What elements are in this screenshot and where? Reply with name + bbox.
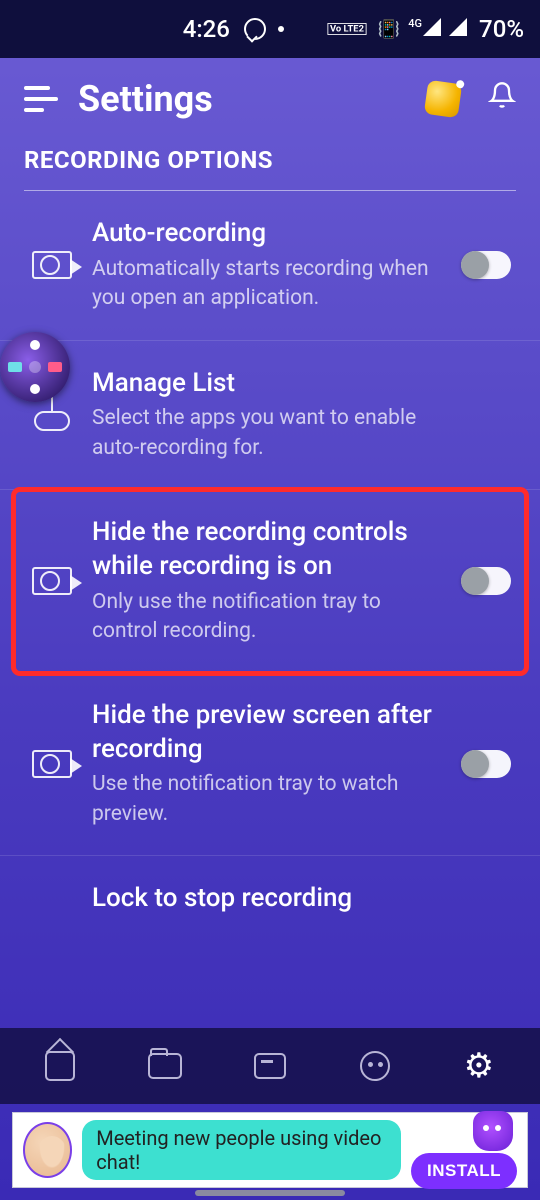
settings-list: Auto-recording Automatically starts reco… xyxy=(0,191,540,930)
status-time: 4:26 xyxy=(183,15,230,43)
row-hide-preview[interactable]: Hide the preview screen after recording … xyxy=(0,673,540,856)
vibrate-icon: 📳 xyxy=(378,19,400,40)
whatsapp-icon xyxy=(244,18,266,40)
row-manage-list[interactable]: Manage List Select the apps you want to … xyxy=(0,341,540,491)
ad-install-button[interactable]: INSTALL xyxy=(411,1153,517,1189)
row-lock-stop[interactable]: Lock to stop recording xyxy=(0,856,540,930)
camera-settings-icon xyxy=(24,567,80,595)
ad-text: Meeting new people using video chat! xyxy=(82,1120,401,1180)
nav-files[interactable] xyxy=(143,1044,187,1088)
row-title: Manage List xyxy=(92,367,444,401)
toggle-hide-preview[interactable] xyxy=(461,750,511,778)
camera-settings-icon xyxy=(24,251,80,279)
row-subtitle: Select the apps you want to enable auto-… xyxy=(92,404,444,463)
menu-icon[interactable] xyxy=(24,86,58,112)
nav-home[interactable] xyxy=(38,1044,82,1088)
page-title: Settings xyxy=(78,78,426,120)
toggle-hide-controls[interactable] xyxy=(461,567,511,595)
app-bar: Settings xyxy=(0,58,540,138)
row-subtitle: Automatically starts recording when you … xyxy=(92,255,444,314)
row-title: Auto-recording xyxy=(92,217,444,251)
ad-banner[interactable]: Meeting new people using video chat! INS… xyxy=(12,1112,528,1188)
status-bar: 4:26 Vo LTE2 📳 4G 70% xyxy=(0,0,540,58)
toggle-auto-recording[interactable] xyxy=(461,251,511,279)
floating-recorder-bubble[interactable] xyxy=(0,332,70,402)
signal-2-icon xyxy=(449,17,467,42)
section-header: RECORDING OPTIONS xyxy=(24,138,516,191)
home-indicator[interactable] xyxy=(195,1190,345,1196)
row-subtitle: Use the notification tray to watch previ… xyxy=(92,770,444,829)
notifications-icon[interactable] xyxy=(488,80,516,118)
row-auto-recording[interactable]: Auto-recording Automatically starts reco… xyxy=(0,191,540,341)
camera-settings-icon xyxy=(24,750,80,778)
nav-facecam[interactable] xyxy=(353,1044,397,1088)
row-title: Lock to stop recording xyxy=(92,882,444,916)
ad-avatar xyxy=(23,1122,72,1178)
nav-screenshots[interactable] xyxy=(248,1044,292,1088)
bottom-nav: ⚙ xyxy=(0,1028,540,1104)
nav-settings[interactable]: ⚙ xyxy=(458,1044,502,1088)
row-subtitle: Only use the notification tray to contro… xyxy=(92,588,444,646)
signal-1-icon: 4G xyxy=(408,17,441,42)
premium-icon[interactable] xyxy=(424,80,462,118)
row-hide-controls[interactable]: Hide the recording controls while record… xyxy=(14,490,526,673)
gamepad-icon xyxy=(24,397,80,433)
ad-mascot-icon xyxy=(473,1111,513,1151)
row-title: Hide the recording controls while record… xyxy=(92,516,444,584)
battery-text: 70% xyxy=(479,15,524,43)
row-title: Hide the preview screen after recording xyxy=(92,699,444,767)
volte-icon: Vo LTE2 xyxy=(327,23,366,35)
notification-dot-icon xyxy=(278,26,284,32)
